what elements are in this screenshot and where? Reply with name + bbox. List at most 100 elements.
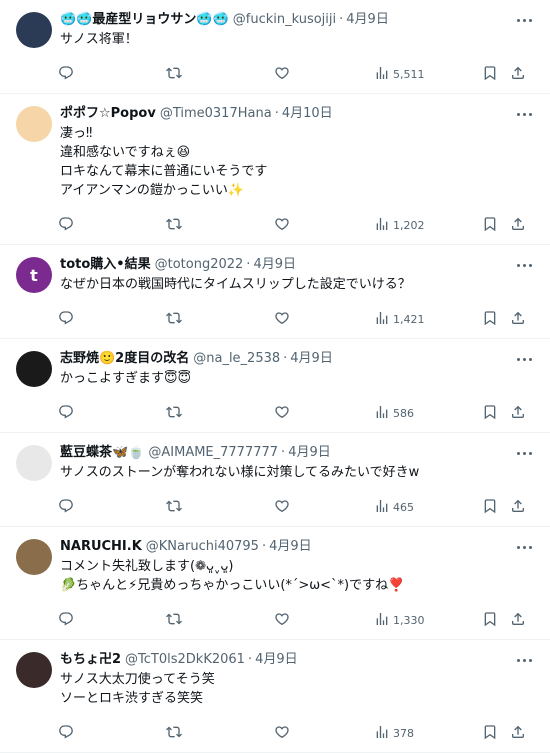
views-button[interactable]: 1,330 xyxy=(374,611,482,630)
more-options-button[interactable] xyxy=(514,445,534,461)
like-button[interactable] xyxy=(274,65,374,84)
reply-icon xyxy=(58,498,74,517)
tweet-text-line: なぜか日本の戦国時代にタイムスリップした設定でいける？ xyxy=(60,277,411,292)
more-options-button[interactable] xyxy=(514,12,534,28)
avatar[interactable] xyxy=(16,12,52,48)
display-name[interactable]: NARUCHI.K xyxy=(60,538,142,556)
like-button[interactable] xyxy=(274,611,374,630)
tweet-text: サノス大太刀使ってそう笑 ソーとロキ渋すぎる笑笑 xyxy=(60,670,534,708)
share-button[interactable] xyxy=(510,216,530,235)
more-options-button[interactable] xyxy=(514,351,534,367)
user-handle[interactable]: @Time0317Hana xyxy=(160,105,272,123)
more-options-button[interactable] xyxy=(514,539,534,555)
share-button[interactable] xyxy=(510,611,530,630)
bookmark-button[interactable] xyxy=(482,216,510,235)
display-name[interactable]: もちょ卍2 xyxy=(60,651,121,669)
tweet-reply[interactable]: もちょ卍2 @TcT0ls2DkK2061 · 4月9日 サノス大太刀使ってそう… xyxy=(0,640,550,753)
tweet-reply[interactable]: 藍豆蝶茶🦋🍵 @AIMAME_7777777 · 4月9日 サノスのストーンが奪… xyxy=(0,433,550,527)
timestamp[interactable]: 4月10日 xyxy=(282,105,333,123)
retweet-button[interactable] xyxy=(166,611,274,630)
more-options-button[interactable] xyxy=(514,257,534,273)
bookmark-icon xyxy=(482,216,498,235)
avatar[interactable] xyxy=(16,652,52,688)
retweet-button[interactable] xyxy=(166,404,274,423)
share-button[interactable] xyxy=(510,404,530,423)
timestamp[interactable]: 4月9日 xyxy=(288,444,331,462)
views-icon xyxy=(374,498,390,517)
retweet-button[interactable] xyxy=(166,216,274,235)
reply-button[interactable] xyxy=(58,611,166,630)
timestamp[interactable]: 4月9日 xyxy=(255,651,298,669)
avatar[interactable] xyxy=(16,539,52,575)
tweet-reply[interactable]: 志野焼🙂2度目の改名 @na_le_2538 · 4月9日 かっこよすぎます😇😇… xyxy=(0,339,550,433)
like-button[interactable] xyxy=(274,498,374,517)
bookmark-button[interactable] xyxy=(482,404,510,423)
views-button[interactable]: 1,421 xyxy=(374,310,482,329)
avatar[interactable] xyxy=(16,445,52,481)
views-button[interactable]: 378 xyxy=(374,724,482,743)
reply-button[interactable] xyxy=(58,724,166,743)
display-name[interactable]: 藍豆蝶茶🦋🍵 xyxy=(60,444,144,462)
avatar-letter: t xyxy=(30,265,38,285)
user-handle[interactable]: @totong2022 xyxy=(155,256,244,274)
timestamp[interactable]: 4月9日 xyxy=(346,11,389,29)
tweet-text-line: アイアンマンの鎧かっこいい✨ xyxy=(60,183,245,198)
bookmark-button[interactable] xyxy=(482,310,510,329)
reply-button[interactable] xyxy=(58,216,166,235)
more-options-button[interactable] xyxy=(514,106,534,122)
timestamp[interactable]: 4月9日 xyxy=(290,350,333,368)
bookmark-icon xyxy=(482,724,498,743)
display-name[interactable]: 🥶🥶最産型リョウサン🥶🥶 xyxy=(60,11,229,29)
views-button[interactable]: 586 xyxy=(374,404,482,423)
like-button[interactable] xyxy=(274,404,374,423)
views-button[interactable]: 1,202 xyxy=(374,216,482,235)
timestamp[interactable]: 4月9日 xyxy=(269,538,312,556)
share-icon xyxy=(510,724,526,743)
user-handle[interactable]: @KNaruchi40795 xyxy=(146,538,259,556)
display-name[interactable]: toto購入•結果 xyxy=(60,256,151,274)
retweet-button[interactable] xyxy=(166,65,274,84)
retweet-button[interactable] xyxy=(166,310,274,329)
user-handle[interactable]: @TcT0ls2DkK2061 xyxy=(125,651,245,669)
like-button[interactable] xyxy=(274,724,374,743)
retweet-button[interactable] xyxy=(166,498,274,517)
reply-feed: 🥶🥶最産型リョウサン🥶🥶 @fuckin_kusojiji · 4月9日 サノス… xyxy=(0,0,550,753)
avatar[interactable] xyxy=(16,106,52,142)
share-button[interactable] xyxy=(510,498,530,517)
display-name[interactable]: ポポフ☆Popov xyxy=(60,105,156,123)
tweet-reply[interactable]: 🥶🥶最産型リョウサン🥶🥶 @fuckin_kusojiji · 4月9日 サノス… xyxy=(0,0,550,94)
bookmark-button[interactable] xyxy=(482,65,510,84)
user-handle[interactable]: @fuckin_kusojiji xyxy=(233,11,336,29)
reply-button[interactable] xyxy=(58,498,166,517)
reply-button[interactable] xyxy=(58,404,166,423)
views-button[interactable]: 5,511 xyxy=(374,65,482,84)
bookmark-button[interactable] xyxy=(482,724,510,743)
more-options-button[interactable] xyxy=(514,652,534,668)
share-button[interactable] xyxy=(510,310,530,329)
like-button[interactable] xyxy=(274,310,374,329)
user-handle[interactable]: @AIMAME_7777777 xyxy=(148,444,278,462)
reply-button[interactable] xyxy=(58,310,166,329)
views-button[interactable]: 465 xyxy=(374,498,482,517)
retweet-button[interactable] xyxy=(166,724,274,743)
separator-dot: · xyxy=(283,351,288,366)
bookmark-button[interactable] xyxy=(482,611,510,630)
tweet-reply[interactable]: t toto購入•結果 @totong2022 · 4月9日 なぜか日本の戦国時… xyxy=(0,245,550,339)
separator-dot: · xyxy=(247,652,253,667)
display-name[interactable]: 志野焼🙂2度目の改名 xyxy=(60,350,189,368)
user-handle[interactable]: @na_le_2538 xyxy=(193,350,280,368)
tweet-reply[interactable]: NARUCHI.K @KNaruchi40795 · 4月9日 コメント失礼致し… xyxy=(0,527,550,640)
share-button[interactable] xyxy=(510,724,530,743)
views-count: 586 xyxy=(393,406,414,420)
tweet-text-line: サノスのストーンが奪われない様に対策してるみたいで好きw xyxy=(60,465,420,480)
avatar[interactable]: t xyxy=(16,257,52,293)
share-button[interactable] xyxy=(510,65,530,84)
like-button[interactable] xyxy=(274,216,374,235)
tweet-reply[interactable]: ポポフ☆Popov @Time0317Hana · 4月10日 凄っ‼ 違和感ない… xyxy=(0,94,550,245)
bookmark-icon xyxy=(482,404,498,423)
avatar[interactable] xyxy=(16,351,52,387)
reply-button[interactable] xyxy=(58,65,166,84)
bookmark-button[interactable] xyxy=(482,498,510,517)
tweet-text-line: サノス将軍！ xyxy=(60,32,138,47)
timestamp[interactable]: 4月9日 xyxy=(253,256,296,274)
